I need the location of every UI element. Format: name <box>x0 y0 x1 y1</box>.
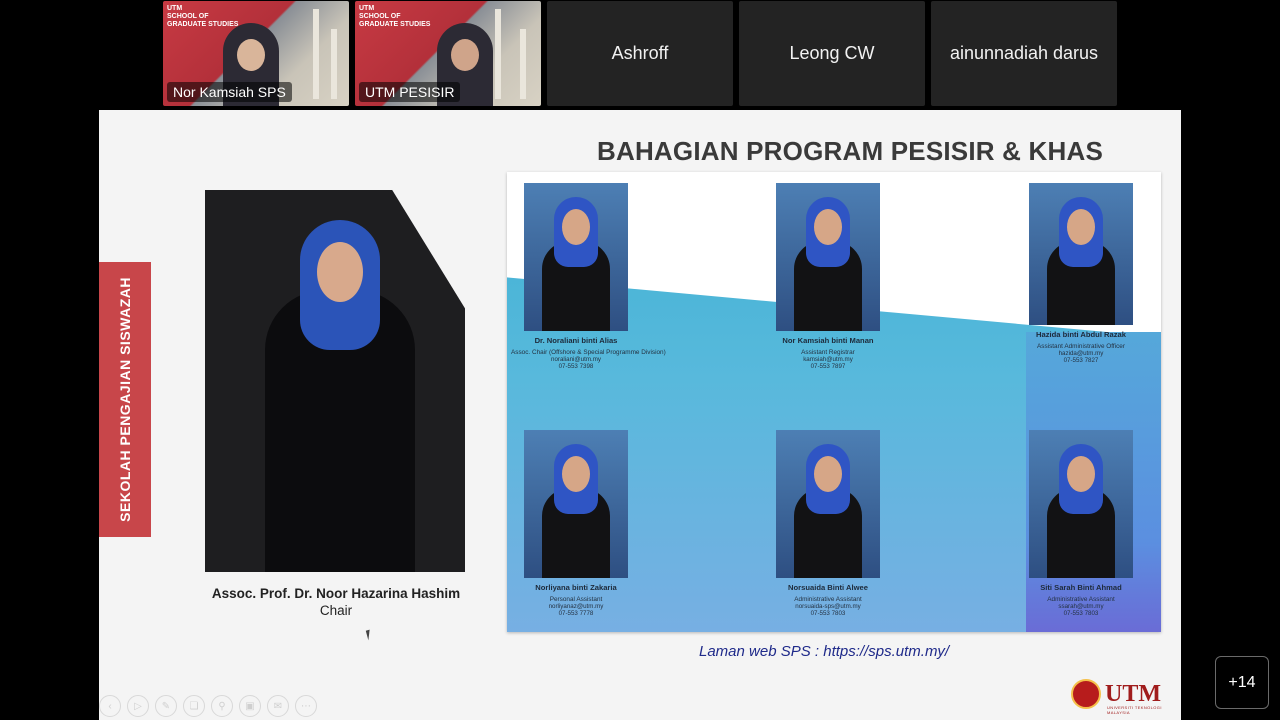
utm-logo-text: UTM <box>1105 681 1161 707</box>
staff-name: Nor Kamsiah binti Manan <box>782 336 874 345</box>
staff-name: Norliyana binti Zakaria <box>535 583 617 592</box>
staff-card: Nor Kamsiah binti Manan Assistant Regist… <box>763 183 893 370</box>
chair-role: Chair <box>319 603 353 618</box>
staff-phone: 07-553 7803 <box>810 610 846 617</box>
staff-card: Norliyana binti Zakaria Personal Assista… <box>511 430 641 617</box>
participant-tile-video[interactable]: UTM SCHOOL OF GRADUATE STUDIES UTM PESIS… <box>355 1 541 106</box>
slide-sidebar: SEKOLAH PENGAJIAN SISWAZAH <box>99 262 151 537</box>
staff-photo <box>1029 183 1133 325</box>
staff-role: Assoc. Chair (Offshore & Special Program… <box>511 349 666 356</box>
participant-tile[interactable]: ainunnadiah darus <box>931 1 1117 106</box>
staff-card: Siti Sarah Binti Ahmad Administrative As… <box>1016 430 1146 617</box>
staff-email: hazida@utm.my <box>1058 350 1104 357</box>
staff-role: Administrative Assistant <box>1047 596 1115 603</box>
chair-photo <box>205 190 465 572</box>
sps-weblink[interactable]: Laman web SPS : https://sps.utm.my/ <box>699 643 949 660</box>
staff-card: Hazida binti Abdul Razak Assistant Admin… <box>1016 183 1146 364</box>
staff-phone: 07-553 7897 <box>810 363 846 370</box>
chair-name: Assoc. Prof. Dr. Noor Hazarina Hashim <box>211 586 461 601</box>
tower-decoration <box>313 9 319 99</box>
school-brand-text: UTM SCHOOL OF GRADUATE STUDIES <box>359 5 431 28</box>
participant-name: ainunnadiah darus <box>949 43 1099 63</box>
utm-seal-icon <box>1071 679 1101 709</box>
staff-photo <box>1029 430 1133 578</box>
more-icon[interactable]: ⋯ <box>295 695 317 717</box>
mail-icon[interactable]: ✉ <box>267 695 289 717</box>
school-brand-text: UTM SCHOOL OF GRADUATE STUDIES <box>167 5 239 28</box>
staff-name: Hazida binti Abdul Razak <box>1035 330 1126 339</box>
shared-slide: SEKOLAH PENGAJIAN SISWAZAH Assoc. Prof. … <box>99 110 1181 720</box>
staff-name: Dr. Noraliani binti Alias <box>534 336 618 345</box>
staff-photo <box>524 430 628 578</box>
play-icon[interactable]: ▷ <box>127 695 149 717</box>
utm-logo-subtext: UNIVERSITI TEKNOLOGI MALAYSIA <box>1107 705 1162 715</box>
slide-toolbar: ‹ ▷ ✎ ❏ ⚲ ▣ ✉ ⋯ <box>99 695 317 717</box>
participant-name-label: Nor Kamsiah SPS <box>167 82 292 102</box>
staff-role: Administrative Assistant <box>794 596 862 603</box>
participant-name-label: UTM PESISIR <box>359 82 461 102</box>
participant-tile[interactable]: Leong CW <box>739 1 925 106</box>
screen-icon[interactable]: ▣ <box>239 695 261 717</box>
staff-card: Dr. Noraliani binti Alias Assoc. Chair (… <box>511 183 666 370</box>
participant-tile-video[interactable]: UTM SCHOOL OF GRADUATE STUDIES Nor Kamsi… <box>163 1 349 106</box>
staff-phone: 07-553 7827 <box>1063 357 1099 364</box>
staff-phone: 07-553 7803 <box>1063 610 1099 617</box>
pen-icon[interactable]: ✎ <box>155 695 177 717</box>
staff-phone: 07-553 7778 <box>558 610 594 617</box>
tower-decoration <box>495 9 501 99</box>
utm-logo: UTM UNIVERSITI TEKNOLOGI MALAYSIA <box>1071 676 1171 715</box>
staff-photo <box>776 430 880 578</box>
staff-name: Norsuaida Binti Alwee <box>788 583 868 592</box>
participant-face <box>451 39 479 71</box>
more-participants-button[interactable]: +14 <box>1215 656 1269 709</box>
staff-role: Personal Assistant <box>549 596 603 603</box>
zoom-icon[interactable]: ⚲ <box>211 695 233 717</box>
chair-face <box>317 242 363 302</box>
prev-icon[interactable]: ‹ <box>99 695 121 717</box>
staff-role: Assistant Administrative Officer <box>1037 343 1125 350</box>
participant-tile[interactable]: Ashroff <box>547 1 733 106</box>
participant-name: Ashroff <box>611 43 669 63</box>
tower-decoration <box>520 29 526 99</box>
slide-title: BAHAGIAN PROGRAM PESISIR & KHAS <box>597 136 1104 166</box>
copy-icon[interactable]: ❏ <box>183 695 205 717</box>
staff-role: Assistant Registrar <box>801 349 855 356</box>
sidebar-text: SEKOLAH PENGAJIAN SISWAZAH <box>117 277 133 522</box>
staff-email: kamsiah@utm.my <box>803 356 853 363</box>
participant-name: Leong CW <box>789 43 875 63</box>
staff-photo <box>524 183 628 331</box>
participant-face <box>237 39 265 71</box>
staff-email: noraliani@utm.my <box>551 356 601 363</box>
staff-email: norliyanaz@utm.my <box>548 603 604 610</box>
staff-panel: Dr. Noraliani binti Alias Assoc. Chair (… <box>507 172 1161 632</box>
staff-email: norsuaida-sps@utm.my <box>795 603 861 610</box>
staff-card: Norsuaida Binti Alwee Administrative Ass… <box>763 430 893 617</box>
staff-phone: 07-553 7398 <box>558 363 594 370</box>
staff-email: ssarah@utm.my <box>1058 603 1104 610</box>
staff-photo <box>776 183 880 331</box>
tower-decoration <box>331 29 337 99</box>
staff-name: Siti Sarah Binti Ahmad <box>1040 583 1122 592</box>
